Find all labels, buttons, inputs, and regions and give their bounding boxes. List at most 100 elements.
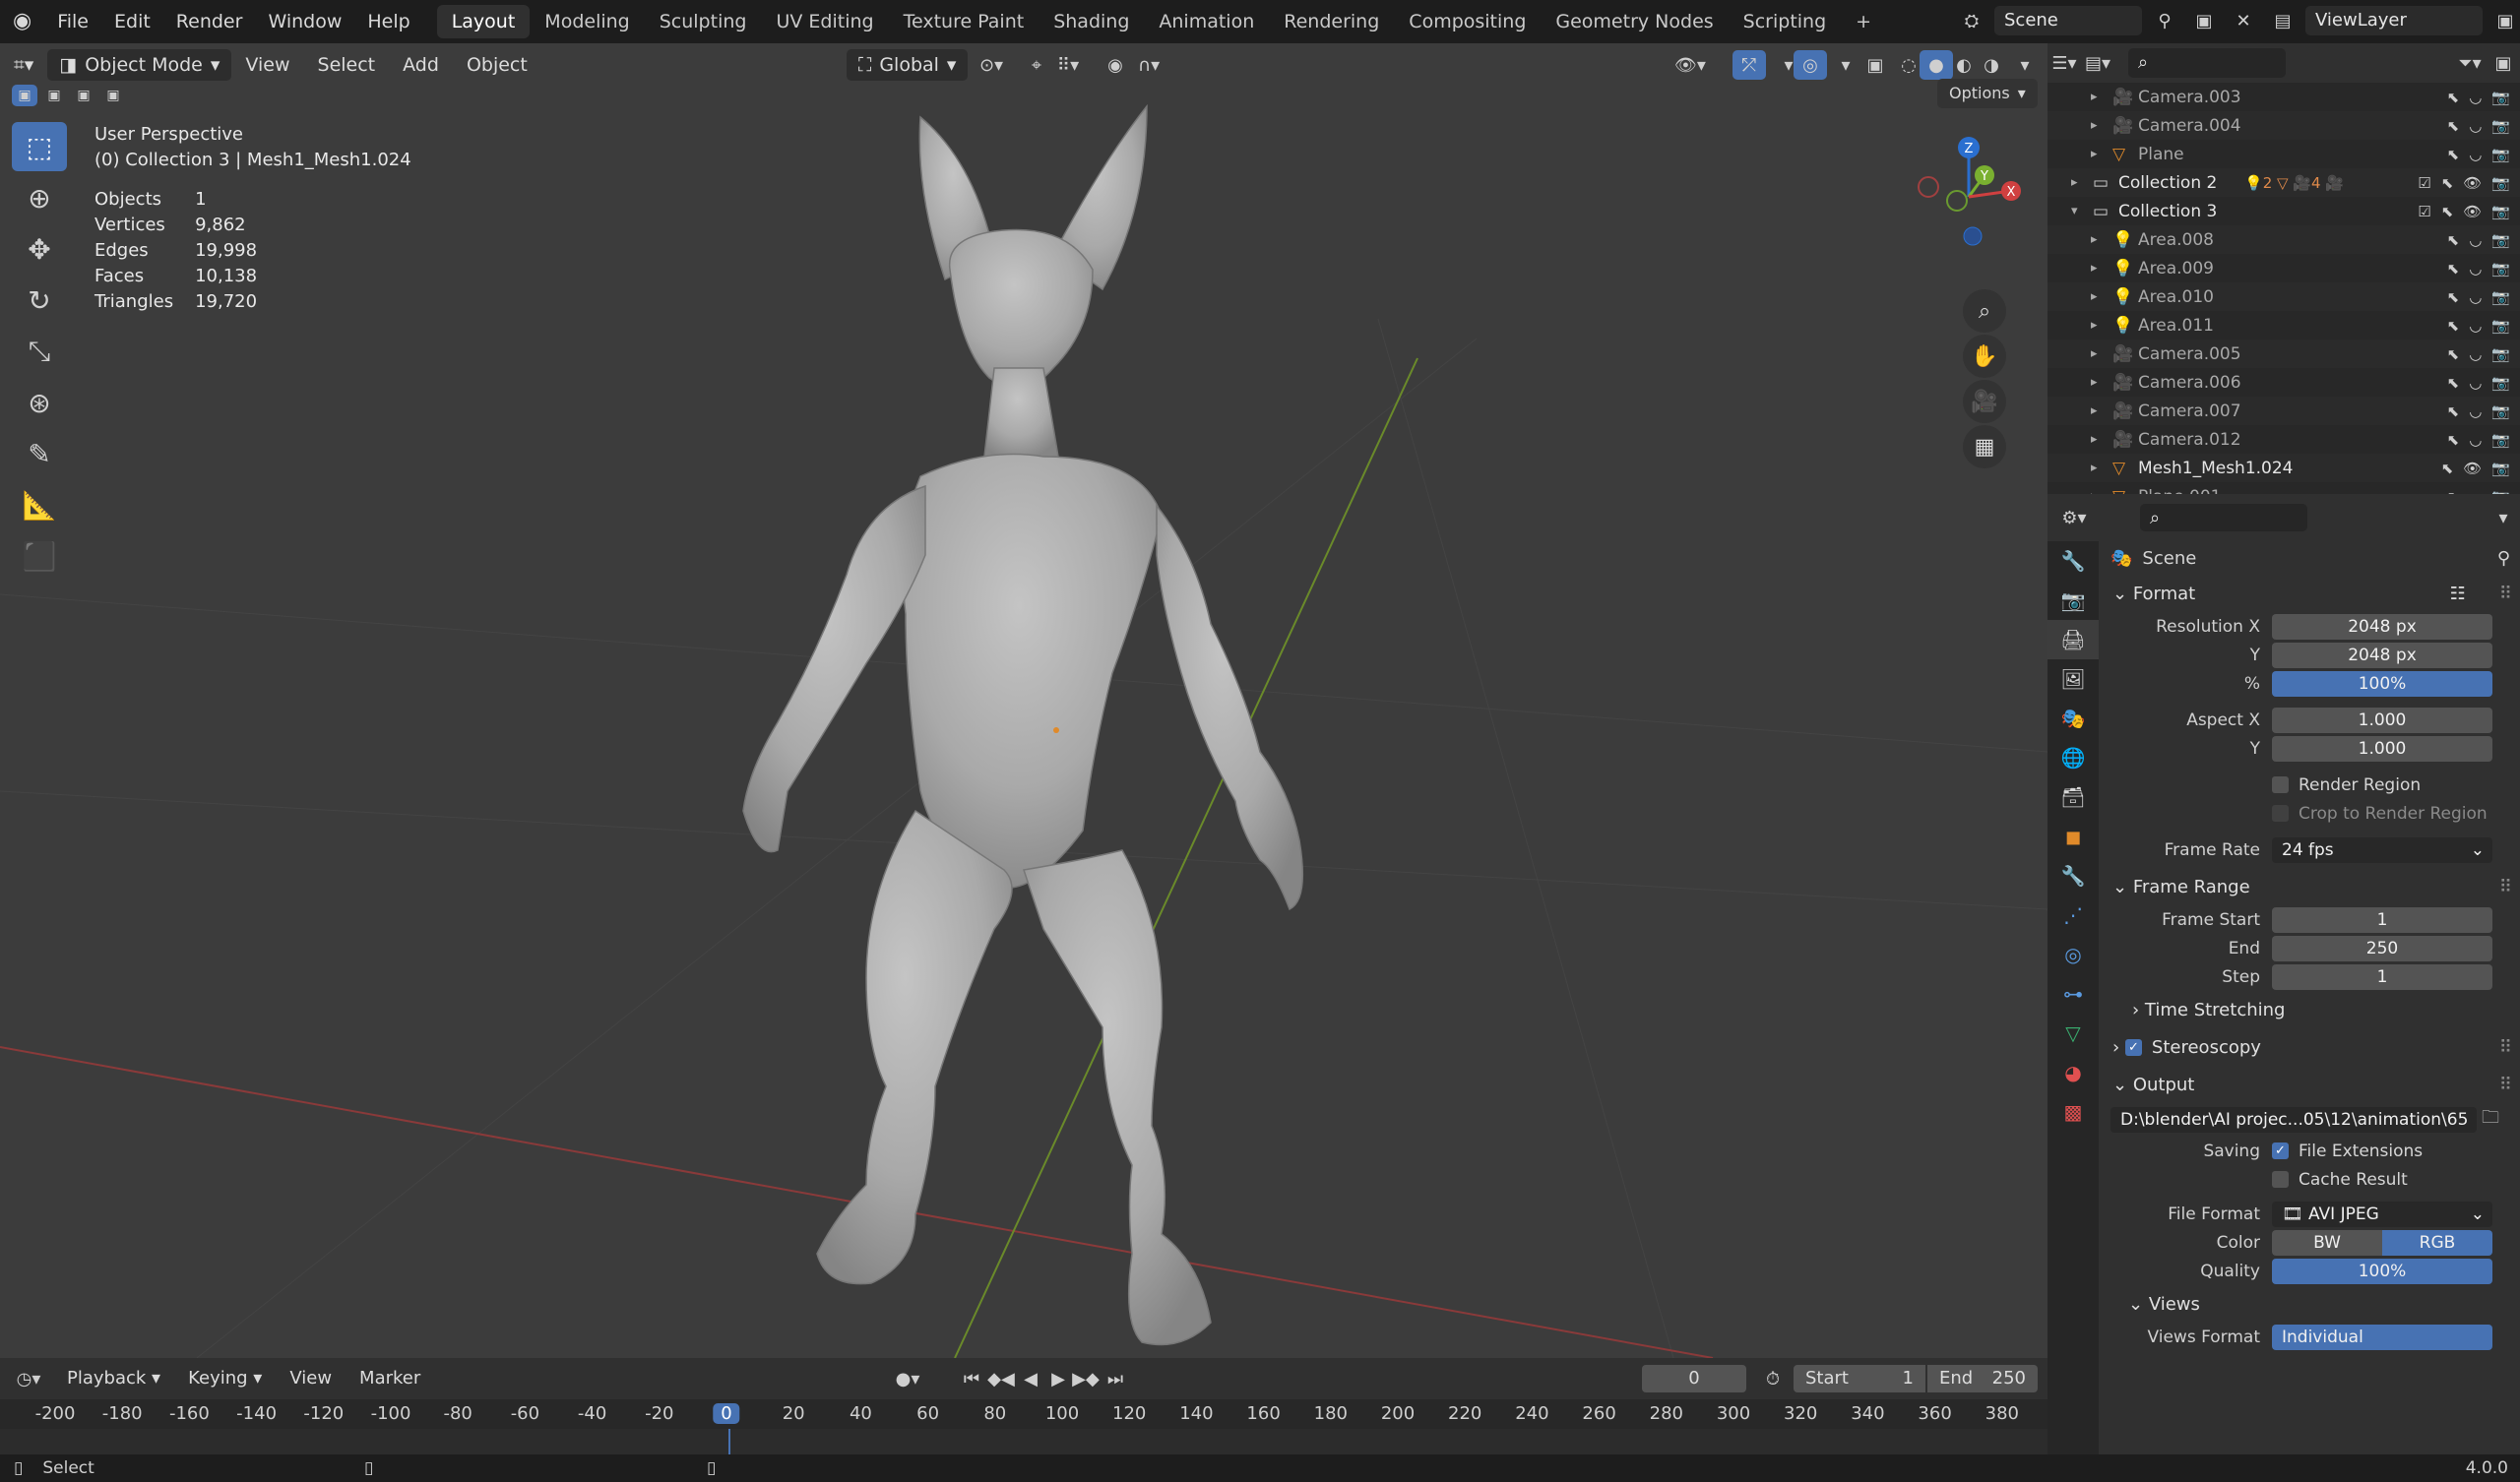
pin-icon[interactable]: ⚲ — [2497, 548, 2510, 569]
3d-viewport[interactable]: ⌗▾ ◨ Object Mode ▾ View Select Add Object … — [0, 43, 2048, 1358]
menu-playback[interactable]: Playback ▾ — [53, 1363, 174, 1394]
cursor-tool-icon[interactable]: ⊕ — [12, 173, 67, 222]
tool-tab-icon[interactable]: 🔧 — [2048, 541, 2099, 581]
eye-icon[interactable]: 👁 — [2463, 174, 2482, 192]
view-layer-tab-icon[interactable]: 🖼 — [2048, 659, 2099, 699]
stereoscopy-checkbox[interactable]: ✓ — [2124, 1038, 2142, 1056]
output-path-field[interactable]: D:\blender\AI projec...05\12\animation\6… — [2110, 1107, 2477, 1133]
gizmo-toggle-icon[interactable]: ⤱ — [1732, 50, 1766, 80]
render-toggle-icon[interactable]: 📷 — [2491, 402, 2510, 420]
modifier-tab-icon[interactable]: 🔧 — [2048, 856, 2099, 895]
add-cube-tool-icon[interactable]: ⬛ — [12, 531, 67, 581]
drag-handle-icon[interactable]: ⠿ — [2499, 1075, 2512, 1095]
frame-step-field[interactable]: 1 — [2272, 963, 2492, 990]
pin-icon[interactable]: ⚲ — [2148, 6, 2181, 35]
render-toggle-icon[interactable]: 📷 — [2491, 288, 2510, 306]
eye-icon[interactable]: ◡ — [2469, 146, 2482, 163]
data-tab-icon[interactable]: ▽ — [2048, 1014, 2099, 1053]
menu-render[interactable]: Render — [163, 0, 256, 43]
time-stretching-header[interactable]: › Time Stretching — [2103, 991, 2520, 1028]
render-toggle-icon[interactable]: 📷 — [2491, 374, 2510, 392]
frame-start-field[interactable]: 1 — [2272, 906, 2492, 933]
view-layer-icon[interactable]: ▤ — [2266, 6, 2300, 35]
select-extend-icon[interactable]: ▣ — [41, 85, 67, 106]
expand-toggle-icon[interactable]: ▸ — [2091, 147, 2109, 161]
move-tool-icon[interactable]: ✥ — [12, 224, 67, 274]
auto-key-icon[interactable]: ●▾ — [891, 1364, 924, 1393]
collection-tab-icon[interactable]: 🗃 — [2048, 777, 2099, 817]
expand-toggle-icon[interactable]: ▾ — [2071, 204, 2089, 218]
outliner-row[interactable]: ▸ 🎥 Camera.004 ⬉ ◡ 📷 — [2048, 111, 2520, 140]
tab-animation[interactable]: Animation — [1144, 5, 1269, 38]
shading-dropdown-icon[interactable]: ▾ — [2008, 50, 2042, 80]
menu-marker[interactable]: Marker — [346, 1363, 434, 1394]
start-frame-field[interactable]: Start 1 — [1794, 1365, 1925, 1392]
file-extensions-checkbox[interactable]: ✓ — [2272, 1142, 2289, 1159]
menu-file[interactable]: File — [44, 0, 101, 43]
expand-toggle-icon[interactable]: ▸ — [2091, 346, 2109, 361]
particles-tab-icon[interactable]: ⋰ — [2048, 895, 2099, 935]
new-scene-icon[interactable]: ▣ — [2187, 6, 2221, 35]
selectable-icon[interactable]: ⬉ — [2447, 231, 2460, 249]
tab-modeling[interactable]: Modeling — [530, 5, 644, 38]
properties-editor-icon[interactable]: ⚙▾ — [2057, 503, 2091, 532]
selectable-icon[interactable]: ⬉ — [2441, 203, 2454, 220]
selectable-icon[interactable]: ⬉ — [2447, 288, 2460, 306]
timeline-editor-icon[interactable]: ◷▾ — [12, 1364, 45, 1393]
overlays-icon[interactable]: ◎ — [1794, 50, 1827, 80]
tab-scripting[interactable]: Scripting — [1729, 5, 1842, 38]
transform-tool-icon[interactable]: ⊛ — [12, 378, 67, 427]
menu-help[interactable]: Help — [354, 0, 422, 43]
menu-object[interactable]: Object — [453, 49, 541, 81]
resolution-percent-slider[interactable]: 100% — [2272, 670, 2492, 697]
snap-icon[interactable]: ⌖ — [1020, 50, 1053, 80]
properties-search-field[interactable]: ⌕ — [2140, 504, 2307, 531]
object-tab-icon[interactable]: ◼ — [2048, 817, 2099, 856]
camera-view-icon[interactable]: 🎥 — [1963, 380, 2006, 423]
expand-toggle-icon[interactable]: ▸ — [2091, 432, 2109, 447]
color-rgb-button[interactable]: RGB — [2382, 1229, 2492, 1256]
render-toggle-icon[interactable]: 📷 — [2491, 146, 2510, 163]
editor-type-icon[interactable]: ⌗▾ — [0, 49, 47, 81]
stopwatch-icon[interactable]: ⏱ — [1756, 1364, 1790, 1393]
chevron-down-icon[interactable]: ▾ — [2487, 503, 2520, 532]
eye-icon[interactable]: 👁 — [2463, 460, 2482, 477]
select-new-icon[interactable]: ▣ — [12, 85, 37, 106]
transform-orientation[interactable]: ⛶ Global ▾ — [847, 49, 969, 81]
outliner-row[interactable]: ▸ ▽ Plane ⬉ ◡ 📷 — [2048, 140, 2520, 168]
texture-tab-icon[interactable]: ▩ — [2048, 1092, 2099, 1132]
folder-icon[interactable]: 🗀 — [2477, 1105, 2504, 1135]
frame-rate-dropdown[interactable]: 24 fps ⌄ — [2272, 836, 2492, 863]
aspect-x-field[interactable]: 1.000 — [2272, 707, 2492, 733]
expand-toggle-icon[interactable]: ▸ — [2091, 261, 2109, 276]
expand-toggle-icon[interactable]: ▸ — [2091, 461, 2109, 475]
drag-handle-icon[interactable]: ⠿ — [2499, 584, 2512, 604]
visibility-icon[interactable]: 👁▾ — [1673, 50, 1707, 80]
material-tab-icon[interactable]: ◕ — [2048, 1053, 2099, 1092]
expand-toggle-icon[interactable]: ▸ — [2091, 375, 2109, 390]
render-toggle-icon[interactable]: 📷 — [2491, 260, 2510, 278]
next-keyframe-icon[interactable]: ▶◆ — [1069, 1364, 1102, 1393]
expand-toggle-icon[interactable]: ▸ — [2091, 90, 2109, 104]
expand-toggle-icon[interactable]: ▸ — [2071, 175, 2089, 190]
eye-icon[interactable]: ◡ — [2469, 374, 2482, 392]
menu-edit[interactable]: Edit — [101, 0, 163, 43]
selectable-icon[interactable]: ⬉ — [2447, 374, 2460, 392]
outliner-row[interactable]: ▸ ▭ Collection 2 ☑ ⬉ 👁 📷 💡2 ▽ 🎥4 🎥 — [2048, 168, 2520, 197]
rotate-tool-icon[interactable]: ↻ — [12, 276, 67, 325]
prev-keyframe-icon[interactable]: ◆◀ — [984, 1364, 1018, 1393]
display-mode-icon[interactable]: ▤▾ — [2081, 48, 2114, 78]
expand-toggle-icon[interactable]: ▸ — [2091, 289, 2109, 304]
eye-icon[interactable]: 👁 — [2463, 203, 2482, 220]
scene-icon[interactable]: ⛭ — [1955, 6, 1988, 35]
eye-icon[interactable]: ◡ — [2469, 89, 2482, 106]
render-toggle-icon[interactable]: 📷 — [2491, 89, 2510, 106]
menu-select[interactable]: Select — [304, 49, 390, 81]
frame-range-panel-header[interactable]: ⌄ Frame Range ⠿ — [2103, 868, 2520, 905]
eye-icon[interactable]: ◡ — [2469, 317, 2482, 335]
falloff-icon[interactable]: ∩▾ — [1132, 50, 1166, 80]
selectable-icon[interactable]: ⬉ — [2441, 460, 2454, 477]
view-layer-selector[interactable]: ViewLayer — [2305, 6, 2483, 35]
resolution-x-field[interactable]: 2048 px — [2272, 613, 2492, 640]
timeline-track[interactable] — [0, 1429, 2048, 1456]
